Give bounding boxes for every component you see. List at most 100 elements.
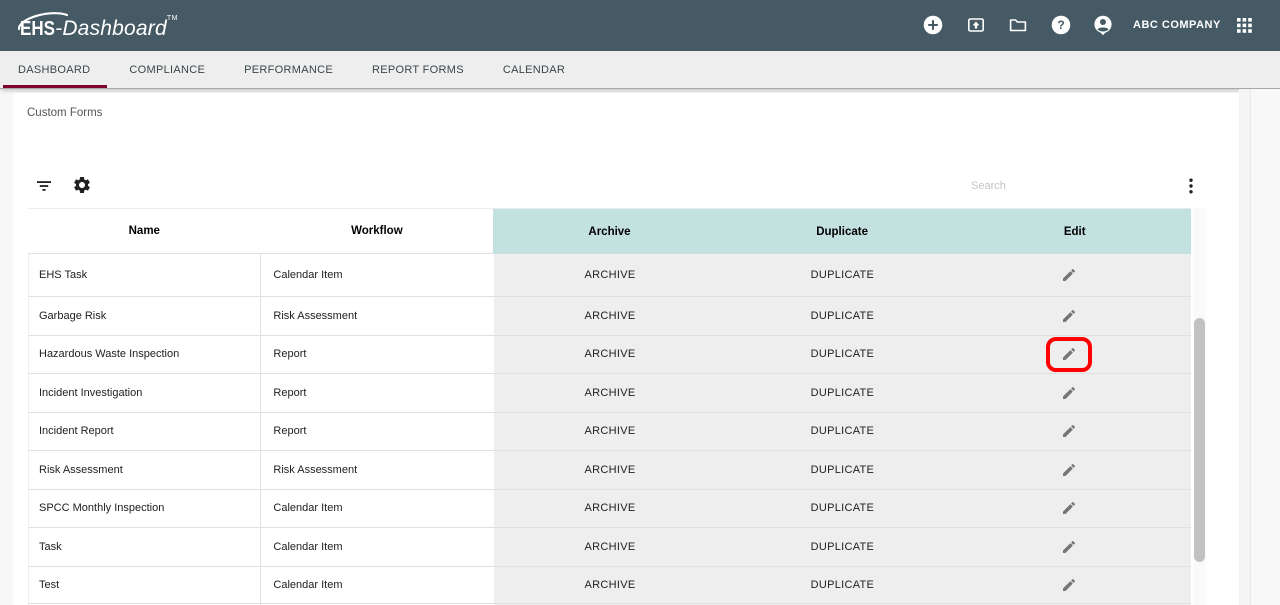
app-header: EHS-DashboardTM ? ABC COMPANY	[0, 0, 1280, 51]
workflow-cell: Risk Assessment	[261, 297, 493, 335]
archive-button[interactable]: ARCHIVE	[494, 336, 726, 374]
edit-button[interactable]	[1061, 500, 1077, 516]
search-input[interactable]: Search	[971, 180, 1006, 192]
duplicate-button[interactable]: DUPLICATE	[726, 528, 958, 566]
archive-button[interactable]: ARCHIVE	[494, 528, 726, 566]
tab-compliance[interactable]: COMPLIANCE	[119, 51, 215, 88]
workflow-cell: Calendar Item	[261, 528, 493, 566]
edit-cell	[959, 297, 1191, 335]
archive-button[interactable]: ARCHIVE	[494, 413, 726, 451]
folder-icon[interactable]	[1008, 15, 1028, 35]
edit-cell	[959, 528, 1191, 566]
edit-button[interactable]	[1061, 346, 1077, 362]
workflow-cell: Report	[261, 374, 493, 412]
edit-button[interactable]	[1061, 308, 1077, 324]
edit-cell	[959, 254, 1191, 296]
column-header-workflow: Workflow	[261, 209, 494, 254]
edit-pencil-icon	[1061, 577, 1077, 593]
edit-cell	[959, 451, 1191, 489]
archive-button[interactable]: ARCHIVE	[494, 297, 726, 335]
name-cell: Test	[29, 567, 261, 603]
table-row: Incident ReportReportARCHIVEDUPLICATE	[28, 413, 1191, 452]
table-row: EHS TaskCalendar ItemARCHIVEDUPLICATE	[28, 254, 1191, 297]
archive-button[interactable]: ARCHIVE	[494, 254, 726, 296]
edit-pencil-icon	[1061, 308, 1077, 324]
page-right-gap	[1239, 89, 1250, 605]
page-scrollbar-track[interactable]	[1251, 89, 1280, 605]
archive-button[interactable]: ARCHIVE	[494, 490, 726, 528]
duplicate-button[interactable]: DUPLICATE	[726, 336, 958, 374]
table-header-row: NameWorkflowArchiveDuplicateEdit	[28, 209, 1191, 254]
edit-button[interactable]	[1061, 267, 1077, 283]
name-cell: Incident Report	[29, 413, 261, 451]
edit-pencil-icon	[1061, 346, 1077, 362]
column-header-duplicate: Duplicate	[726, 209, 959, 254]
name-cell: Hazardous Waste Inspection	[29, 336, 261, 374]
table-row: Risk AssessmentRisk AssessmentARCHIVEDUP…	[28, 451, 1191, 490]
edit-pencil-icon	[1061, 462, 1077, 478]
name-cell: Risk Assessment	[29, 451, 261, 489]
tab-calendar[interactable]: CALENDAR	[493, 51, 575, 88]
archive-button[interactable]: ARCHIVE	[494, 451, 726, 489]
duplicate-button[interactable]: DUPLICATE	[726, 413, 958, 451]
custom-forms-table: NameWorkflowArchiveDuplicateEditEHS Task…	[28, 208, 1191, 605]
table-scrollbar-track[interactable]	[1193, 208, 1206, 605]
workflow-cell: Calendar Item	[261, 490, 493, 528]
duplicate-button[interactable]: DUPLICATE	[726, 567, 958, 603]
duplicate-button[interactable]: DUPLICATE	[726, 297, 958, 335]
archive-button[interactable]: ARCHIVE	[494, 374, 726, 412]
duplicate-button[interactable]: DUPLICATE	[726, 490, 958, 528]
edit-pencil-icon	[1061, 385, 1077, 401]
account-icon[interactable]	[1093, 15, 1113, 35]
edit-cell	[959, 413, 1191, 451]
name-cell: Incident Investigation	[29, 374, 261, 412]
filter-icon[interactable]	[35, 177, 53, 195]
name-cell: Garbage Risk	[29, 297, 261, 335]
name-cell: EHS Task	[29, 254, 261, 296]
add-icon[interactable]	[923, 15, 943, 35]
logo-dashboard: -Dashboard	[55, 17, 167, 40]
edit-button[interactable]	[1061, 385, 1077, 401]
edit-cell	[959, 336, 1191, 374]
edit-button[interactable]	[1061, 577, 1077, 593]
content-card: Custom Forms Search NameWorkflowArchiveD…	[13, 93, 1239, 605]
duplicate-button[interactable]: DUPLICATE	[726, 451, 958, 489]
workflow-cell: Report	[261, 336, 493, 374]
company-name[interactable]: ABC COMPANY	[1133, 19, 1221, 31]
apps-grid-icon[interactable]	[1237, 18, 1252, 33]
edit-pencil-icon	[1061, 539, 1077, 555]
workflow-cell: Risk Assessment	[261, 451, 493, 489]
edit-button[interactable]	[1061, 462, 1077, 478]
column-header-name: Name	[28, 209, 261, 254]
edit-cell	[959, 490, 1191, 528]
help-icon[interactable]: ?	[1051, 15, 1071, 35]
gear-icon[interactable]	[72, 175, 92, 195]
edit-button[interactable]	[1061, 539, 1077, 555]
workflow-cell: Calendar Item	[261, 254, 493, 296]
table-row: Incident InvestigationReportARCHIVEDUPLI…	[28, 374, 1191, 413]
more-options-icon[interactable]	[1184, 177, 1198, 195]
tab-dashboard[interactable]: DASHBOARD	[8, 51, 100, 88]
column-header-edit: Edit	[958, 209, 1191, 254]
column-header-archive: Archive	[493, 209, 726, 254]
workflow-cell: Report	[261, 413, 493, 451]
edit-button[interactable]	[1061, 423, 1077, 439]
archive-button[interactable]: ARCHIVE	[494, 567, 726, 603]
logo-text: EHS-DashboardTM	[20, 15, 178, 41]
edit-pencil-icon	[1061, 267, 1077, 283]
table-scrollbar-thumb[interactable]	[1194, 318, 1205, 562]
section-title: Custom Forms	[27, 107, 102, 119]
upload-icon[interactable]	[966, 15, 986, 35]
logo-trademark: TM	[167, 15, 178, 22]
table-row: TestCalendar ItemARCHIVEDUPLICATE	[28, 567, 1191, 604]
tab-report-forms[interactable]: REPORT FORMS	[362, 51, 474, 88]
duplicate-button[interactable]: DUPLICATE	[726, 374, 958, 412]
table-row: TaskCalendar ItemARCHIVEDUPLICATE	[28, 528, 1191, 567]
duplicate-button[interactable]: DUPLICATE	[726, 254, 958, 296]
edit-pencil-icon	[1061, 423, 1077, 439]
tab-performance[interactable]: PERFORMANCE	[234, 51, 343, 88]
tab-bar: DASHBOARD COMPLIANCE PERFORMANCE REPORT FOR…	[0, 51, 1280, 89]
svg-text:?: ?	[1057, 18, 1064, 32]
table-row: Garbage RiskRisk AssessmentARCHIVEDUPLIC…	[28, 297, 1191, 336]
name-cell: SPCC Monthly Inspection	[29, 490, 261, 528]
